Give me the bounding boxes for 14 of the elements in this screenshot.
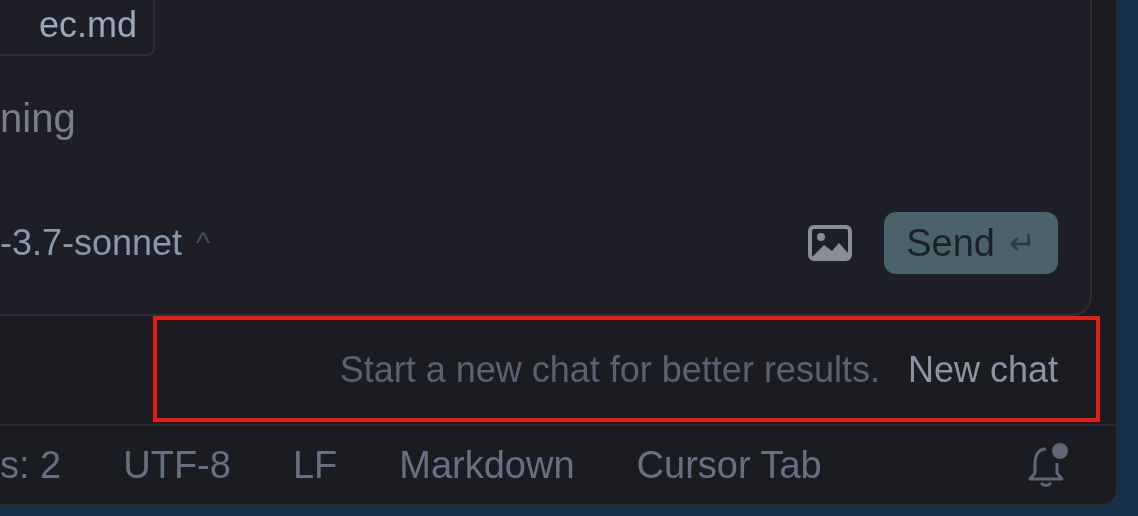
- prompt-field[interactable]: ning: [0, 90, 400, 146]
- file-chip[interactable]: ec.md: [0, 0, 155, 56]
- image-icon[interactable]: [808, 225, 853, 261]
- status-item[interactable]: UTF-8: [123, 443, 231, 487]
- hint-text: Start a new chat for better results.: [339, 349, 880, 391]
- caret-icon: ^: [196, 226, 211, 260]
- model-selector[interactable]: -3.7-sonnet ^: [0, 222, 211, 264]
- status-item[interactable]: Cursor Tab: [636, 443, 822, 487]
- status-item[interactable]: s: 2: [0, 443, 62, 487]
- model-name: -3.7-sonnet: [0, 222, 183, 264]
- status-item[interactable]: LF: [292, 443, 338, 487]
- send-button[interactable]: Send ↵: [884, 212, 1058, 274]
- new-chat-link[interactable]: New chat: [907, 349, 1058, 391]
- status-item[interactable]: Markdown: [399, 443, 575, 487]
